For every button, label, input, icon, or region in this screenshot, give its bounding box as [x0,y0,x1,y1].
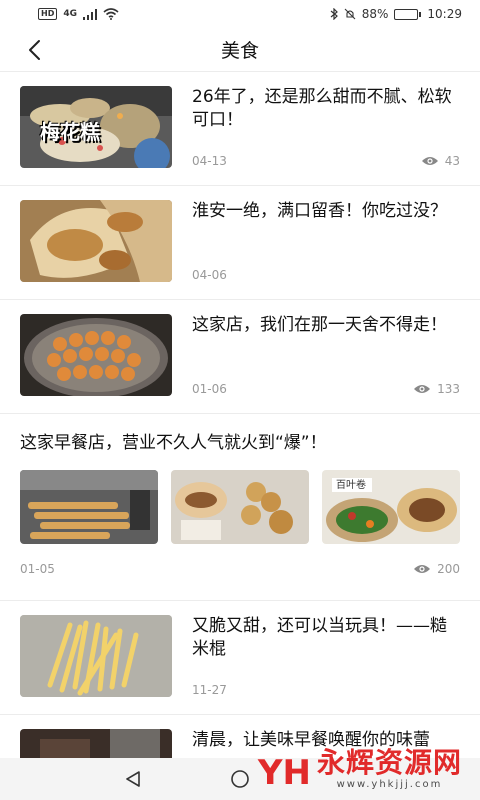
eye-icon [421,157,438,165]
view-count: 200 [413,562,460,576]
hd-icon: HD [38,8,58,20]
article-thumbnail [20,314,172,396]
battery-icon [394,8,422,20]
battery-percent: 88% [361,7,389,21]
article-body: 淮安一绝，满口留香！你吃过没？ 04-06 [192,200,460,282]
article-thumbnail [171,470,309,544]
view-count: 43 [421,154,460,168]
mute-icon [344,8,356,20]
eye-icon [414,565,431,573]
article-title: 又脆又甜，还可以当玩具！——糙米棍 [192,616,447,659]
home-circle-icon [231,770,249,788]
network-type: 4G [63,9,77,19]
view-count-value: 133 [437,382,460,396]
article-body: 26年了，还是那么甜而不腻、松软可口！ 04-13 43 [192,86,460,168]
status-bar: HD 4G 88% 10:29 [0,0,480,28]
article-title: 这家早餐店，营业不久人气就火到“爆”！ [20,433,327,453]
article-body: 这家店，我们在那一天舍不得走！ 01-06 133 [192,314,460,396]
article-item-multi-image[interactable]: 这家早餐店，营业不久人气就火到“爆”！ 百叶卷 01-05 200 [0,414,480,601]
chevron-left-icon [29,40,40,60]
article-meta: 11-27 [192,683,460,697]
article-date: 04-13 [192,154,227,168]
nav-back-button[interactable] [118,764,148,794]
article-list: 梅花糕 26年了，还是那么甜而不腻、松软可口！ 04-13 43 淮安一绝，满口… [0,72,480,793]
article-date: 04-06 [192,268,227,282]
bluetooth-icon [330,8,338,20]
wifi-icon [103,8,119,20]
view-count-value: 43 [444,154,460,168]
back-triangle-icon [126,771,141,787]
article-date: 11-27 [192,683,227,697]
article-thumbnail: 梅花糕 [20,86,172,168]
article-item[interactable]: 淮安一绝，满口留香！你吃过没？ 04-06 [0,186,480,300]
thumb-caption: 百叶卷 [336,480,366,491]
article-title: 这家店，我们在那一天舍不得走！ [192,315,447,335]
article-item[interactable]: 又脆又甜，还可以当玩具！——糙米棍 11-27 [0,601,480,715]
status-right: 88% 10:29 [330,7,462,21]
watermark-logo: YH [257,753,311,793]
article-date: 01-05 [20,562,55,576]
nav-home-button[interactable] [225,764,255,794]
article-meta: 04-13 43 [192,154,460,168]
view-count: 133 [413,382,460,396]
article-thumbnail [20,615,172,697]
article-meta: 01-05 200 [20,562,460,576]
article-meta: 04-06 [192,268,460,282]
watermark-text: 永辉资源网 [316,746,462,779]
signal-icon [83,8,97,20]
article-item[interactable]: 梅花糕 26年了，还是那么甜而不腻、松软可口！ 04-13 43 [0,72,480,186]
eye-icon [414,385,431,393]
article-item[interactable]: 这家店，我们在那一天舍不得走！ 01-06 133 [0,300,480,414]
watermark-text-group: 永辉资源网 www.yhkjjj.com [316,746,462,791]
article-thumbnail [20,200,172,282]
article-body: 又脆又甜，还可以当玩具！——糙米棍 11-27 [192,615,460,697]
article-title: 淮安一绝，满口留香！你吃过没？ [192,201,447,221]
back-button[interactable] [20,36,48,64]
header: 美食 [0,28,480,72]
thumb-caption: 梅花糕 [40,120,100,144]
article-thumbnail: 百叶卷 [322,470,460,544]
status-left: HD 4G [38,8,119,20]
article-image-row: 百叶卷 [20,470,460,544]
article-date: 01-06 [192,382,227,396]
site-watermark: YH 永辉资源网 www.yhkjjj.com [257,746,462,793]
article-title: 26年了，还是那么甜而不腻、松软可口！ [192,87,452,130]
view-count-value: 200 [437,562,460,576]
article-thumbnail [20,470,158,544]
page-title: 美食 [220,40,259,62]
article-meta: 01-06 133 [192,382,460,396]
watermark-url: www.yhkjjj.com [336,779,443,790]
clock: 10:29 [427,7,462,21]
